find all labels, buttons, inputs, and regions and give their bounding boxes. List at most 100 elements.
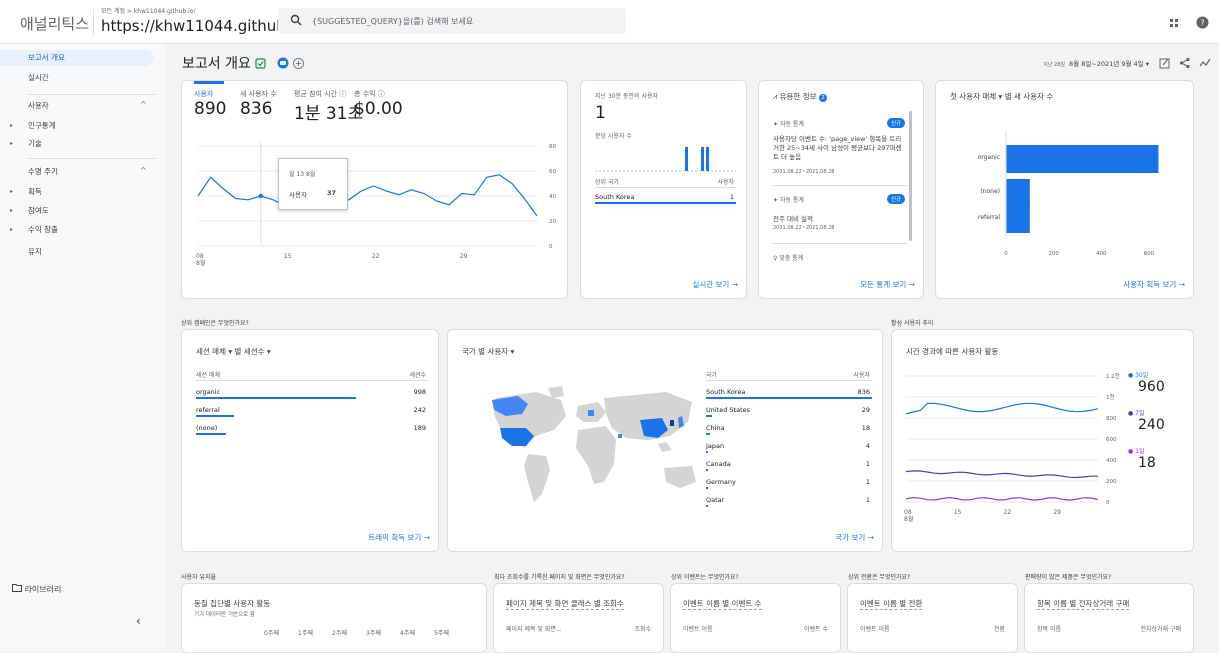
new-users-bar-chart: organic(none)referral0200400600 xyxy=(936,101,1194,281)
sessions-title[interactable]: 세션 매체 ▾ 별 세션수 ▾ xyxy=(196,346,271,357)
top-items-title[interactable]: 항목 이름 별 전자상거래 구매 xyxy=(1037,598,1129,610)
bar-(none)[interactable] xyxy=(1006,179,1030,207)
realtime-value: 1 xyxy=(595,103,606,123)
sidebar-item-retention[interactable]: 유지 xyxy=(0,244,166,260)
realtime-title: 지난 30분 동안의 사용자 xyxy=(595,91,658,100)
sidebar-item-demographics[interactable]: ▸인구통계 xyxy=(0,118,166,134)
map-south-america xyxy=(524,454,550,502)
section-label: 수명 주기 xyxy=(28,167,58,176)
view-user-acquisition-link[interactable]: 사용자 획득 보기 → xyxy=(1123,279,1185,290)
country-row-bar xyxy=(706,451,708,453)
customize-report-icon[interactable] xyxy=(1159,54,1171,73)
sidebar-item-acquisition[interactable]: ▸획득 xyxy=(0,184,166,200)
country-row-bar xyxy=(706,505,708,507)
custom-insights[interactable]: ♀ 맞춤 통계 xyxy=(773,253,803,262)
country-title[interactable]: 국가 별 사용자 ▾ xyxy=(462,346,514,357)
top-conversions-title[interactable]: 이벤트 이름 별 전환 xyxy=(860,598,922,610)
legend-label: ● 1일 xyxy=(1128,446,1144,455)
insight-2-body[interactable]: 전주 대비 실적 xyxy=(773,213,813,223)
insights-count-badge: 2 xyxy=(819,94,827,102)
country-row-name[interactable]: South Korea xyxy=(706,388,745,396)
collapse-sidebar-icon[interactable]: ‹ xyxy=(136,614,141,628)
x-tick-label: 15 xyxy=(284,253,292,260)
section-label-top-events: 상위 이벤트는 무엇인가요? xyxy=(671,572,739,581)
page-title: 보고서 개요 xyxy=(182,53,304,73)
date-range-selector[interactable]: 지난 28일8월 8일~2021년 9월 4일 ▾ xyxy=(1043,58,1149,68)
country-row-bar xyxy=(706,469,708,471)
bar-referral[interactable] xyxy=(1006,205,1030,233)
view-all-insights-link[interactable]: 모든 통계 보기 → xyxy=(860,279,915,290)
insight-1-body[interactable]: 사용자당 이벤트 수: 'page_view' 항목을 트리거한 25~34세 … xyxy=(773,135,907,162)
bar-organic[interactable] xyxy=(1006,145,1158,173)
sidebar-section-users[interactable]: 사용자^ xyxy=(28,100,49,111)
folder-icon xyxy=(12,585,22,594)
session-row-value: 242 xyxy=(414,406,426,414)
chart-tooltip: 월 13 8월 사용자 37 xyxy=(278,158,348,210)
sidebar-item-library[interactable]: 라이브러리 xyxy=(12,584,61,595)
section-label-top-pages: 최다 조회수를 기록한 페이지 및 화면은 무엇인가요? xyxy=(494,572,625,581)
scrollbar[interactable] xyxy=(909,111,912,241)
add-comparison-icon[interactable] xyxy=(293,56,304,72)
session-row-bar xyxy=(196,397,356,399)
world-map xyxy=(466,378,716,518)
top-pages-title[interactable]: 페이지 제목 및 화면 클래스 별 조회수 xyxy=(506,598,624,610)
country-row-bar xyxy=(706,487,708,489)
col-header-users: 사용자 xyxy=(853,370,870,379)
view-traffic-acquisition-link[interactable]: 트래픽 획득 보기 → xyxy=(368,532,430,543)
map-southeast-asia xyxy=(658,442,672,452)
insights-icon[interactable] xyxy=(1199,54,1211,73)
col-header-country: 국가 xyxy=(706,370,717,379)
tooltip-value: 37 xyxy=(327,189,336,197)
help-icon[interactable]: ? xyxy=(1196,14,1209,33)
minute-bar xyxy=(706,147,709,171)
country-row-name[interactable]: Qatar xyxy=(706,496,724,504)
col-header-views: 조회수 xyxy=(634,624,651,633)
top-events-title[interactable]: 이벤트 이름 별 이벤트 수 xyxy=(683,598,762,610)
comparison-icon[interactable] xyxy=(271,56,289,72)
session-row-name[interactable]: (none) xyxy=(196,424,217,432)
tag-text: 자동 통계 xyxy=(780,121,804,128)
col-header-conversions: 전환 xyxy=(994,624,1005,633)
country-row-value: 1 xyxy=(866,496,870,504)
country-row-name[interactable]: Canada xyxy=(706,460,731,468)
col-header-page-title: 페이지 제목 및 화면... xyxy=(506,624,562,633)
search-input[interactable]: {SUGGESTED_QUERY}을(를) 검색해 보세요 xyxy=(278,8,626,34)
session-row-name[interactable]: organic xyxy=(196,388,220,396)
col-header-sessions: 세션수 xyxy=(409,370,426,379)
share-icon[interactable] xyxy=(1179,54,1191,73)
country-row-name[interactable]: China xyxy=(706,424,725,432)
sidebar-item-realtime[interactable]: 실시간 xyxy=(0,70,166,86)
expand-arrow-icon: ▸ xyxy=(10,203,13,219)
legend-value: 240 xyxy=(1138,417,1165,433)
app-logo[interactable]: 애널리틱스 xyxy=(20,13,89,34)
country-row-name[interactable]: Japan xyxy=(706,442,724,450)
active-users-chart: 1.2천1천8006004002000081522298월 xyxy=(892,330,1194,552)
view-countries-link[interactable]: 국가 보기 → xyxy=(835,532,874,543)
legend-value: 960 xyxy=(1138,379,1165,395)
sidebar-item-engagement[interactable]: ▸참여도 xyxy=(0,203,166,219)
country-row-value: 18 xyxy=(862,424,870,432)
sidebar-item-monetization[interactable]: ▸수익 창출 xyxy=(0,222,166,238)
expand-arrow-icon: ▸ xyxy=(10,136,13,152)
sidebar-item-tech[interactable]: ▸기술 xyxy=(0,136,166,152)
x-tick-label: 29 xyxy=(460,253,468,260)
country-row-name[interactable]: Germany xyxy=(706,478,736,486)
active-users-card: 시간 경과에 따른 사용자 활동 1.2천1천80060040020000815… xyxy=(891,329,1194,552)
country-row-name[interactable]: United States xyxy=(706,406,750,414)
top-conversions-card: 이벤트 이름 별 전환 이벤트 이름 전환 xyxy=(847,583,1018,653)
new-badge: 신규 xyxy=(887,194,905,204)
overview-card: 사용자890새 사용자 수836평균 참여 시간 ⓘ1분 31초총 수익 ⓘ$0… xyxy=(181,80,568,299)
sidebar-item-overview[interactable]: 보고서 개요 xyxy=(0,50,154,66)
page-title-text: 보고서 개요 xyxy=(182,56,251,72)
session-row-name[interactable]: referral xyxy=(196,406,220,414)
footer-text: 맞춤 통계 xyxy=(779,255,803,262)
per-minute-chart xyxy=(581,141,747,181)
realtime-country: South Korea xyxy=(595,193,634,201)
chevron-up-icon: ^ xyxy=(140,166,147,175)
sidebar-section-lifecycle[interactable]: 수명 주기^ xyxy=(28,166,58,177)
apps-grid-icon[interactable] xyxy=(1168,14,1180,33)
report-status-icon[interactable] xyxy=(255,56,266,72)
view-realtime-link[interactable]: 실시간 보기 → xyxy=(692,279,738,290)
x-month-label: 8월 xyxy=(904,515,913,523)
lightbulb-icon: ♀ xyxy=(773,255,777,262)
